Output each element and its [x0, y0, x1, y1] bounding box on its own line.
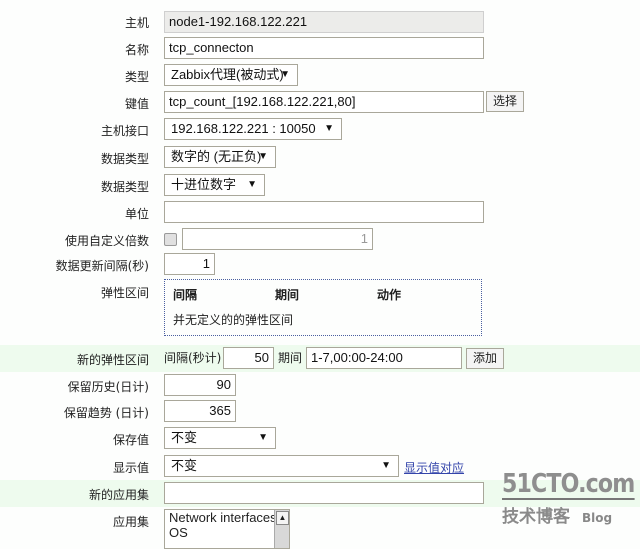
- row-history: 保留历史(日计) 90: [0, 373, 640, 397]
- host-label: 主机: [124, 16, 149, 30]
- data-type-value: 十进位数字: [171, 177, 237, 192]
- value-type-value: 数字的 (无正负): [171, 149, 262, 164]
- host-interface-label: 主机接口: [100, 124, 149, 138]
- store-value-label: 保存值: [112, 433, 149, 447]
- watermark-brand: 51CTO.com: [502, 469, 635, 500]
- history-input[interactable]: 90: [164, 374, 236, 396]
- host-interface-value: 192.168.122.221 : 10050: [171, 121, 316, 136]
- scroll-up-icon[interactable]: ▲: [276, 511, 289, 525]
- data-type-select[interactable]: 十进位数字 ▼: [164, 174, 265, 196]
- chevron-down-icon: ▼: [247, 179, 257, 190]
- chevron-down-icon: ▼: [324, 123, 334, 134]
- chevron-down-icon: ▼: [258, 432, 268, 443]
- name-input[interactable]: tcp_connecton: [164, 37, 484, 59]
- row-name: 名称 tcp_connecton: [0, 36, 640, 60]
- column-header-interval: 间隔: [173, 288, 198, 302]
- name-label: 名称: [124, 43, 149, 57]
- column-header-action: 动作: [377, 288, 402, 302]
- application-option[interactable]: OS: [165, 525, 289, 540]
- store-value-select[interactable]: 不变 ▼: [164, 427, 276, 449]
- row-host-interface: 主机接口 192.168.122.221 : 10050 ▼: [0, 117, 640, 141]
- row-host: 主机 node1-192.168.122.221: [0, 10, 640, 34]
- update-interval-label: 数据更新间隔(秒): [55, 259, 149, 273]
- new-flexible-interval-label: 新的弹性区间: [76, 353, 149, 367]
- application-option[interactable]: Network interfaces: [165, 510, 289, 525]
- empty-state-text: 并无定义的的弹性区间: [173, 313, 294, 327]
- add-interval-button[interactable]: 添加: [466, 348, 505, 369]
- key-label: 键值: [124, 97, 149, 111]
- watermark-blog: Blog: [582, 511, 613, 525]
- custom-multiplier-input[interactable]: 1: [182, 228, 373, 250]
- type-select-value: Zabbix代理(被动式): [171, 67, 284, 82]
- units-input[interactable]: [164, 201, 484, 223]
- watermark: 51CTO.com 技术博客 Blog: [502, 470, 640, 527]
- trends-label: 保留趋势 (日计): [63, 406, 149, 420]
- row-data-type: 数据类型 十进位数字 ▼: [0, 173, 640, 197]
- row-new-flexible-interval: 新的弹性区间 间隔(秒计) 50 期间 1-7,00:00-24:00 添加: [0, 345, 640, 372]
- applications-listbox[interactable]: Network interfaces OS ▲: [164, 509, 290, 549]
- store-value-value: 不变: [171, 430, 198, 445]
- period-label: 期间: [278, 351, 303, 365]
- interval-label: 间隔(秒计): [164, 351, 222, 365]
- period-input[interactable]: 1-7,00:00-24:00: [306, 347, 462, 369]
- history-label: 保留历史(日计): [67, 380, 149, 394]
- value-type-label: 数据类型: [100, 152, 149, 166]
- trends-input[interactable]: 365: [164, 400, 236, 422]
- flexible-intervals-label: 弹性区间: [100, 286, 149, 300]
- row-units: 单位: [0, 200, 640, 224]
- row-value-type: 数据类型 数字的 (无正负) ▼: [0, 145, 640, 169]
- custom-multiplier-label: 使用自定义倍数: [64, 234, 149, 248]
- value-mapping-link[interactable]: 显示值对应: [404, 459, 464, 476]
- row-custom-multiplier: 使用自定义倍数 1: [0, 227, 640, 251]
- column-header-period: 期间: [275, 288, 300, 302]
- units-label: 单位: [124, 207, 149, 221]
- update-interval-input[interactable]: 1: [164, 253, 215, 275]
- chevron-down-icon: ▼: [280, 69, 290, 80]
- select-key-button[interactable]: 选择: [486, 91, 525, 112]
- show-value-label: 显示值: [112, 461, 149, 475]
- value-type-select[interactable]: 数字的 (无正负) ▼: [164, 146, 276, 168]
- show-value-value: 不变: [171, 458, 198, 473]
- row-trends: 保留趋势 (日计) 365: [0, 399, 640, 423]
- type-select[interactable]: Zabbix代理(被动式) ▼: [164, 64, 298, 86]
- show-value-select[interactable]: 不变 ▼: [164, 455, 399, 477]
- host-interface-select[interactable]: 192.168.122.221 : 10050 ▼: [164, 118, 342, 140]
- new-application-label: 新的应用集: [88, 488, 149, 502]
- row-store-value: 保存值 不变 ▼: [0, 426, 640, 450]
- host-field: node1-192.168.122.221: [164, 11, 484, 33]
- watermark-sub: 技术博客: [502, 507, 570, 527]
- listbox-scrollbar[interactable]: ▲: [274, 510, 289, 548]
- interval-input[interactable]: 50: [223, 347, 274, 369]
- row-key: 键值 tcp_count_[192.168.122.221,80] 选择: [0, 90, 640, 114]
- key-input[interactable]: tcp_count_[192.168.122.221,80]: [164, 91, 484, 113]
- type-label: 类型: [124, 70, 149, 84]
- chevron-down-icon: ▼: [381, 460, 391, 471]
- flexible-intervals-table: 间隔 期间 动作 并无定义的的弹性区间: [164, 279, 482, 336]
- row-type: 类型 Zabbix代理(被动式) ▼: [0, 63, 640, 87]
- row-update-interval: 数据更新间隔(秒) 1: [0, 252, 640, 276]
- chevron-down-icon: ▼: [258, 151, 268, 162]
- custom-multiplier-checkbox[interactable]: [164, 233, 177, 246]
- new-application-input[interactable]: [164, 482, 484, 504]
- applications-label: 应用集: [112, 515, 149, 529]
- data-type-label: 数据类型: [100, 180, 149, 194]
